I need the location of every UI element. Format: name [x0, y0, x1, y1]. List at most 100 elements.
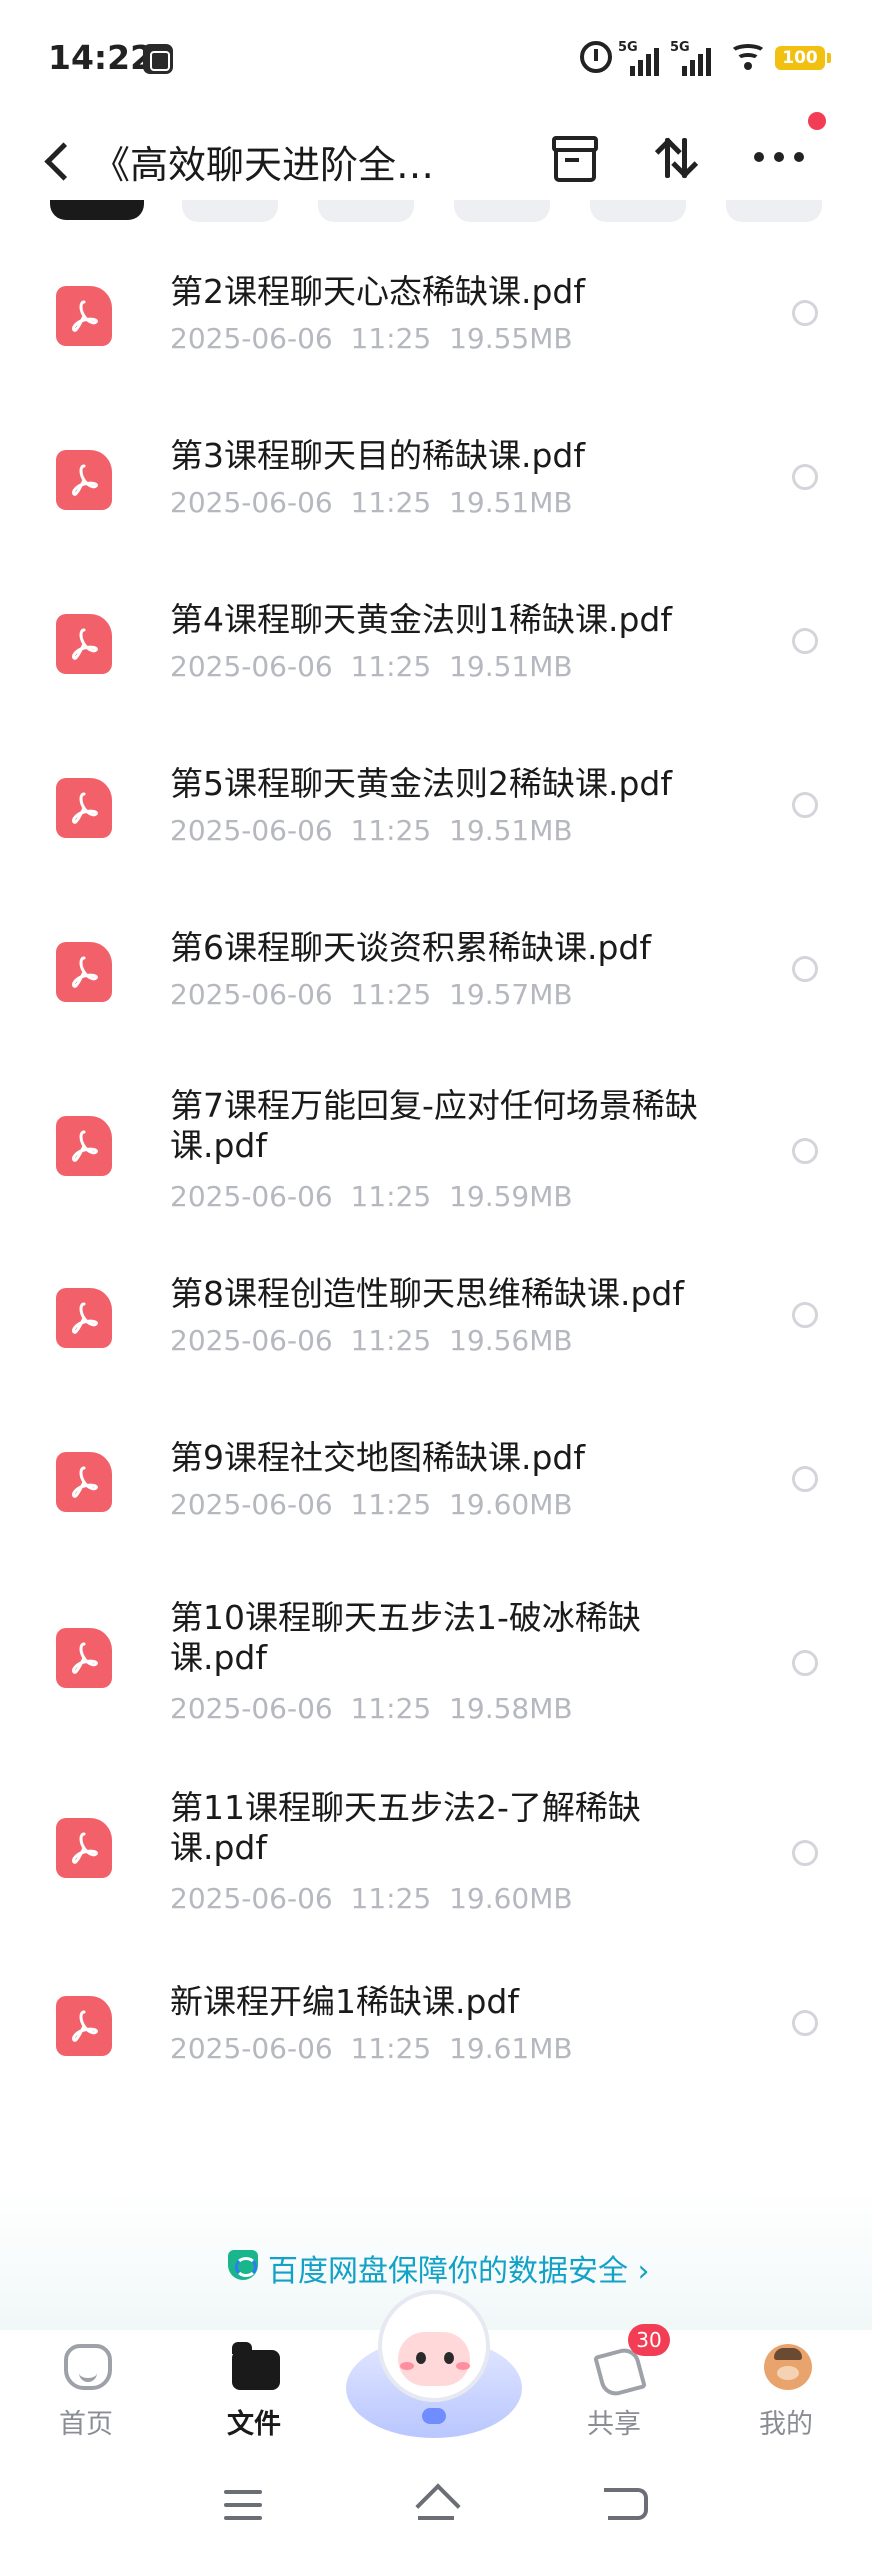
file-row[interactable]: 第4课程聊天黄金法则1稀缺课.pdf 2025-06-06 11:25 19.51…: [0, 578, 872, 728]
file-size: 19.58MB: [449, 1692, 573, 1725]
menu-icon[interactable]: [224, 2490, 262, 2522]
file-meta: 2025-06-06 11:25 19.51MB: [170, 650, 573, 683]
notification-dot: [808, 112, 826, 130]
select-radio[interactable]: [792, 2010, 818, 2036]
file-size: 19.59MB: [449, 1180, 573, 1213]
pdf-file-icon: [56, 942, 112, 1002]
filter-chip[interactable]: [182, 200, 278, 222]
signal-label-2: 5G: [670, 40, 690, 55]
home-face-icon: [64, 2344, 112, 2390]
file-row[interactable]: 第11课程聊天五步法2-了解稀缺课.pdf 2025-06-06 11:25 19…: [0, 1770, 872, 1960]
archive-icon[interactable]: [550, 136, 598, 182]
select-radio[interactable]: [792, 1650, 818, 1676]
mascot-button[interactable]: [346, 2280, 522, 2450]
file-time: 11:25: [350, 486, 432, 519]
file-meta: 2025-06-06 11:25 19.51MB: [170, 486, 573, 519]
signal-label: 5G: [618, 40, 638, 55]
select-radio[interactable]: [792, 1840, 818, 1866]
file-size: 19.51MB: [449, 650, 573, 683]
tab-me[interactable]: 我的: [736, 2330, 836, 2460]
pdf-file-icon: [56, 286, 112, 346]
file-date: 2025-06-06: [170, 2032, 333, 2065]
file-row[interactable]: 第8课程创造性聊天思维稀缺课.pdf 2025-06-06 11:25 19.56…: [0, 1252, 872, 1402]
tab-share-label: 共享: [587, 2409, 641, 2440]
file-meta: 2025-06-06 11:25 19.59MB: [170, 1180, 573, 1213]
file-size: 19.56MB: [449, 1324, 573, 1357]
shield-icon: [228, 2250, 258, 2280]
file-meta: 2025-06-06 11:25 19.60MB: [170, 1882, 573, 1915]
file-name: 第2课程聊天心态稀缺课.pdf: [170, 272, 585, 311]
alarm-icon: [580, 41, 612, 73]
select-radio[interactable]: [792, 464, 818, 490]
file-name: 第8课程创造性聊天思维稀缺课.pdf: [170, 1274, 684, 1313]
more-icon[interactable]: [754, 150, 804, 164]
file-row[interactable]: 第5课程聊天黄金法则2稀缺课.pdf 2025-06-06 11:25 19.51…: [0, 742, 872, 892]
file-date: 2025-06-06: [170, 1488, 333, 1521]
select-radio[interactable]: [792, 628, 818, 654]
file-time: 11:25: [350, 1180, 432, 1213]
select-radio[interactable]: [792, 1466, 818, 1492]
file-time: 11:25: [350, 322, 432, 355]
filter-chip[interactable]: [50, 200, 144, 220]
file-size: 19.61MB: [449, 2032, 573, 2065]
file-meta: 2025-06-06 11:25 19.55MB: [170, 322, 573, 355]
file-row[interactable]: 第9课程社交地图稀缺课.pdf 2025-06-06 11:25 19.60MB: [0, 1416, 872, 1566]
file-name: 第10课程聊天五步法1-破冰稀缺课.pdf: [170, 1598, 641, 1677]
status-time: 14:22: [48, 38, 154, 77]
file-date: 2025-06-06: [170, 1324, 333, 1357]
back-chevron-icon[interactable]: [42, 140, 72, 180]
filter-chips-strip: [0, 200, 872, 228]
file-name: 第7课程万能回复-应对任何场景稀缺课.pdf: [170, 1086, 698, 1165]
file-row[interactable]: 第10课程聊天五步法1-破冰稀缺课.pdf 2025-06-06 11:25 19…: [0, 1580, 872, 1770]
filter-chip[interactable]: [318, 200, 414, 222]
file-date: 2025-06-06: [170, 486, 333, 519]
cloud-logo-icon: [422, 2408, 446, 2424]
file-time: 11:25: [350, 1324, 432, 1357]
select-radio[interactable]: [792, 792, 818, 818]
pdf-file-icon: [56, 450, 112, 510]
select-radio[interactable]: [792, 1138, 818, 1164]
home-icon[interactable]: [416, 2484, 456, 2520]
file-name: 第5课程聊天黄金法则2稀缺课.pdf: [170, 764, 672, 803]
file-meta: 2025-06-06 11:25 19.61MB: [170, 2032, 573, 2065]
file-meta: 2025-06-06 11:25 19.58MB: [170, 1692, 573, 1725]
filter-chip[interactable]: [590, 200, 686, 222]
mascot-cheek-right: [456, 2362, 470, 2370]
select-radio[interactable]: [792, 956, 818, 982]
notification-icon: [143, 44, 173, 74]
select-radio[interactable]: [792, 300, 818, 326]
file-meta: 2025-06-06 11:25 19.56MB: [170, 1324, 573, 1357]
file-time: 11:25: [350, 1488, 432, 1521]
file-time: 11:25: [350, 2032, 432, 2065]
file-row[interactable]: 第6课程聊天谈资积累稀缺课.pdf 2025-06-06 11:25 19.57M…: [0, 906, 872, 1056]
file-time: 11:25: [350, 814, 432, 847]
file-size: 19.51MB: [449, 814, 573, 847]
file-name: 第3课程聊天目的稀缺课.pdf: [170, 436, 585, 475]
file-size: 19.55MB: [449, 322, 573, 355]
signal-icon-2: 5G: [670, 40, 711, 76]
folder-icon: [232, 2342, 280, 2390]
file-row[interactable]: 第3课程聊天目的稀缺课.pdf 2025-06-06 11:25 19.51MB: [0, 414, 872, 564]
file-time: 11:25: [350, 650, 432, 683]
back-icon[interactable]: [604, 2488, 648, 2520]
sort-icon[interactable]: [655, 134, 699, 182]
file-size: 19.60MB: [449, 1488, 573, 1521]
file-row[interactable]: 第2课程聊天心态稀缺课.pdf 2025-06-06 11:25 19.55MB: [0, 250, 872, 400]
file-meta: 2025-06-06 11:25 19.57MB: [170, 978, 573, 1011]
share-badge: 30: [628, 2324, 670, 2356]
signal-icon: 5G: [618, 40, 659, 76]
tab-home[interactable]: 首页: [36, 2330, 136, 2460]
pdf-file-icon: [56, 1818, 112, 1878]
select-radio[interactable]: [792, 1302, 818, 1328]
tab-files[interactable]: 文件: [204, 2330, 304, 2460]
file-row[interactable]: 第7课程万能回复-应对任何场景稀缺课.pdf 2025-06-06 11:25 1…: [0, 1068, 872, 1258]
tab-home-label: 首页: [59, 2409, 113, 2440]
filter-chip[interactable]: [454, 200, 550, 222]
file-row[interactable]: 新课程开编1稀缺课.pdf 2025-06-06 11:25 19.61MB: [0, 1960, 872, 2110]
filter-chip[interactable]: [726, 200, 822, 222]
file-name: 新课程开编1稀缺课.pdf: [170, 1982, 519, 2021]
file-meta: 2025-06-06 11:25 19.51MB: [170, 814, 573, 847]
avatar: [764, 2344, 812, 2390]
pdf-file-icon: [56, 1628, 112, 1688]
mascot-eye-left: [416, 2352, 426, 2364]
